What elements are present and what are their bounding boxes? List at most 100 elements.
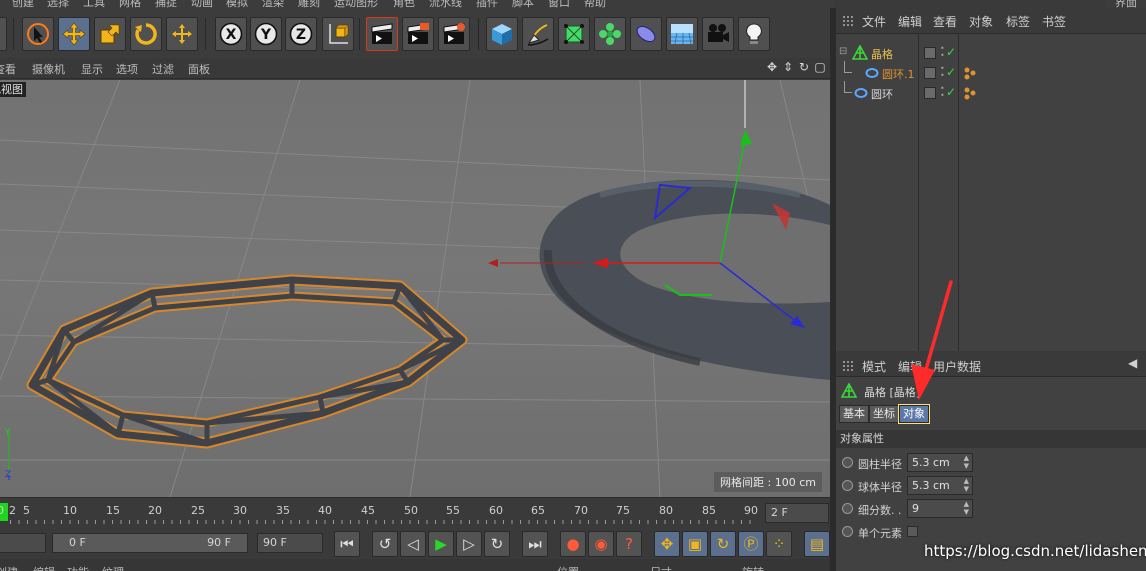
menu-tools[interactable]: 工具 <box>83 0 105 8</box>
scheme-settings-icon[interactable]: ▤ <box>804 531 830 557</box>
current-frame-field[interactable]: 2 F <box>765 503 829 523</box>
material-menu-edit[interactable]: 编辑 <box>33 564 55 571</box>
menu-snap[interactable]: 捕捉 <box>155 0 177 8</box>
material-menu-function[interactable]: 功能 <box>67 564 89 571</box>
animate-radio[interactable] <box>842 526 853 537</box>
key-parameter-icon[interactable]: Ⓟ <box>738 531 764 557</box>
visibility-dots-icon[interactable]: • • <box>940 45 945 60</box>
vp-menu-filter[interactable]: 过滤 <box>152 61 174 77</box>
dolly-icon[interactable]: ⇕ <box>781 60 795 74</box>
menu-character[interactable]: 角色 <box>393 0 415 8</box>
object-row-torus-1[interactable]: 圆环.1 • • ✓ <box>836 61 1146 83</box>
am-menu-mode[interactable]: 模式 <box>862 358 886 375</box>
menu-simulate[interactable]: 模拟 <box>226 0 248 8</box>
previous-key-icon[interactable]: ↺ <box>372 531 398 557</box>
material-menu-create[interactable]: 创建 <box>0 564 18 571</box>
perspective-viewport[interactable]: 透视视图 Y Z 网格间距 : 100 cm <box>0 80 830 497</box>
animate-radio[interactable] <box>842 503 853 514</box>
om-menu-tags[interactable]: 标签 <box>1006 13 1030 30</box>
panel-grip-icon[interactable] <box>842 360 854 372</box>
single-element-checkbox[interactable] <box>907 526 918 537</box>
key-rotation-icon[interactable]: ↻ <box>710 531 736 557</box>
next-key-icon[interactable]: ↻ <box>484 531 510 557</box>
record-keys-icon[interactable]: ● <box>560 531 586 557</box>
light-icon[interactable] <box>738 17 770 51</box>
start-frame-field[interactable] <box>0 533 46 553</box>
render-settings-icon[interactable] <box>438 17 470 51</box>
om-menu-objects[interactable]: 对象 <box>969 13 993 30</box>
object-row-torus[interactable]: 圆环 • • ✓ <box>836 81 1146 103</box>
object-row-lattice[interactable]: ⊟ 晶格 • • ✓ <box>836 43 1146 63</box>
visibility-dots-icon[interactable]: • • <box>940 85 945 100</box>
enabled-check-icon[interactable]: ✓ <box>946 45 956 59</box>
menu-help[interactable]: 帮助 <box>584 0 606 8</box>
layer-color-swatch[interactable] <box>924 47 936 59</box>
maximize-icon[interactable]: ▢ <box>813 60 827 74</box>
previous-frame-icon[interactable]: ◁ <box>400 531 426 557</box>
menu-render[interactable]: 渲染 <box>262 0 284 8</box>
move-icon[interactable] <box>58 17 90 51</box>
sphere-radius-input[interactable]: 5.3 cm ▲ ▼ <box>907 476 973 495</box>
segments-input[interactable]: 9 ▲ ▼ <box>907 499 973 518</box>
render-picture-icon[interactable] <box>402 17 434 51</box>
end-frame-field[interactable]: 90 F <box>257 533 323 553</box>
cube-icon[interactable] <box>486 17 518 51</box>
vp-menu-cameras[interactable]: 摄像机 <box>32 61 65 77</box>
select-cursor-icon[interactable] <box>22 17 54 51</box>
stepper-arrows-icon[interactable]: ▲ ▼ <box>964 477 969 493</box>
layout-menu[interactable]: 界面 <box>1105 0 1146 8</box>
auto-key-icon[interactable]: ◉ <box>588 531 614 557</box>
x-axis-icon[interactable]: X <box>215 17 247 51</box>
key-selection-icon[interactable]: ? <box>616 531 642 557</box>
tab-basic[interactable]: 基本 <box>839 405 869 423</box>
object-name[interactable]: 晶格 <box>871 46 893 62</box>
y-axis-icon[interactable]: Y <box>250 17 282 51</box>
object-name[interactable]: 圆环 <box>871 86 893 102</box>
menu-window[interactable]: 窗口 <box>548 0 570 8</box>
timeline-ruler[interactable]: 0 2 5 10 15 20 25 30 35 40 45 50 55 60 6… <box>0 500 760 526</box>
scale-icon[interactable] <box>94 17 126 51</box>
cylinder-radius-input[interactable]: 5.3 cm ▲ ▼ <box>907 453 973 472</box>
menu-sculpt[interactable]: 雕刻 <box>298 0 320 8</box>
key-scale-icon[interactable]: ▣ <box>682 531 708 557</box>
vp-menu-panel[interactable]: 面板 <box>188 61 210 77</box>
menu-pipeline[interactable]: 流水线 <box>429 0 462 8</box>
stepper-arrows-icon[interactable]: ▲ ▼ <box>964 500 969 516</box>
object-name[interactable]: 圆环.1 <box>882 66 915 82</box>
rotate-icon[interactable] <box>130 17 162 51</box>
om-menu-file[interactable]: 文件 <box>862 13 886 30</box>
key-position-icon[interactable]: ✥ <box>654 531 680 557</box>
menu-select[interactable]: 选择 <box>47 0 69 8</box>
layer-color-swatch[interactable] <box>924 87 936 99</box>
om-menu-edit[interactable]: 编辑 <box>898 13 922 30</box>
vp-menu-view[interactable]: 查看 <box>0 61 16 77</box>
camera-icon[interactable] <box>702 17 734 51</box>
torus-object[interactable] <box>539 179 830 380</box>
material-menu-texture[interactable]: 纹理 <box>102 564 124 571</box>
undo-icon[interactable] <box>0 17 7 51</box>
tag-material-icon[interactable] <box>963 86 977 100</box>
timeline[interactable]: 0 2 5 10 15 20 25 30 35 40 45 50 55 60 6… <box>0 497 830 527</box>
stepper-arrows-icon[interactable]: ▲ ▼ <box>964 454 969 470</box>
menu-mograph[interactable]: 运动图形 <box>334 0 378 8</box>
lattice-object[interactable] <box>26 274 468 449</box>
animate-radio[interactable] <box>842 457 853 468</box>
subdivision-icon[interactable] <box>558 17 590 51</box>
collapse-icon[interactable]: ⊟ <box>839 46 847 57</box>
om-menu-view[interactable]: 查看 <box>933 13 957 30</box>
menu-script[interactable]: 脚本 <box>512 0 534 8</box>
enabled-check-icon[interactable]: ✓ <box>946 85 956 99</box>
tag-material-icon[interactable] <box>963 66 977 80</box>
key-pla-icon[interactable]: ⁘ <box>766 531 792 557</box>
vp-menu-options[interactable]: 选项 <box>116 61 138 77</box>
cloner-icon[interactable] <box>594 17 626 51</box>
visibility-dots-icon[interactable]: • • <box>940 65 945 80</box>
go-to-start-icon[interactable]: ⏮ <box>334 531 360 557</box>
vp-menu-display[interactable]: 显示 <box>81 61 103 77</box>
orbit-icon[interactable]: ↻ <box>797 60 811 74</box>
enabled-check-icon[interactable]: ✓ <box>946 65 956 79</box>
om-menu-bookmarks[interactable]: 书签 <box>1042 13 1066 30</box>
go-to-end-icon[interactable]: ⏭ <box>522 531 548 557</box>
range-slider[interactable]: 0 F 90 F <box>52 533 248 553</box>
coordinate-system-icon[interactable] <box>322 17 354 51</box>
